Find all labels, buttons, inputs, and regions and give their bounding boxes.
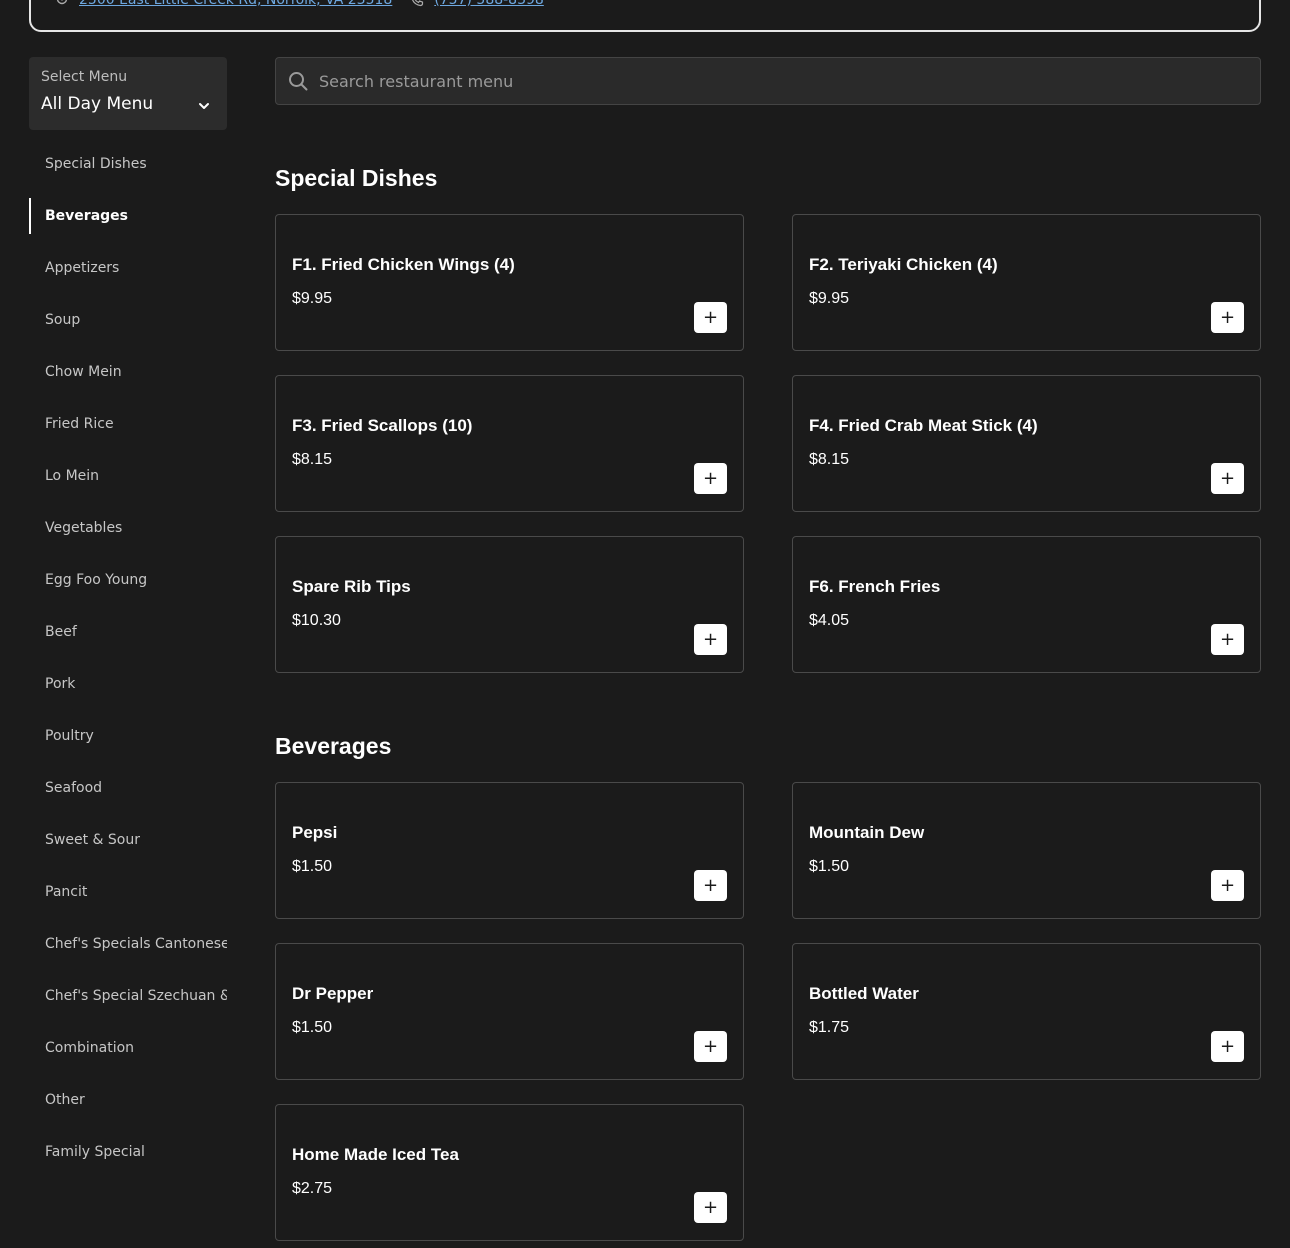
menu-item-price: $1.50	[292, 1019, 333, 1036]
beverages-grid: Pepsi $1.50 + Mountain Dew $1.50 + Dr Pepper $1…	[275, 782, 1261, 1241]
sidebar-item-pancit[interactable]: Pancit	[29, 874, 227, 910]
menu-item-price: $1.75	[809, 1019, 850, 1036]
address-link[interactable]: 2500 East Little Creek Rd, Norfolk, VA 2…	[79, 0, 392, 8]
menu-item-price: $10.30	[292, 612, 341, 629]
menu-item-card[interactable]: F4. Fried Crab Meat Stick (4) $8.15 +	[792, 375, 1261, 512]
menu-item-name: Pepsi	[292, 823, 338, 842]
sidebar-item-special-dishes[interactable]: Special Dishes	[29, 146, 227, 182]
menu-item-card[interactable]: Pepsi $1.50 +	[275, 782, 744, 919]
add-item-button[interactable]: +	[694, 463, 727, 494]
menu-item-card[interactable]: F3. Fried Scallops (10) $8.15 +	[275, 375, 744, 512]
add-item-button[interactable]: +	[694, 1192, 727, 1223]
add-item-button[interactable]: +	[1211, 624, 1244, 655]
sidebar-item-chef-s-special-szechuan[interactable]: Chef's Special Szechuan &	[29, 978, 227, 1014]
sidebar-item-other[interactable]: Other	[29, 1082, 227, 1118]
sidebar-item-egg-foo-young[interactable]: Egg Foo Young	[29, 562, 227, 598]
sidebar-item-poultry[interactable]: Poultry	[29, 718, 227, 754]
sidebar-item-appetizers[interactable]: Appetizers	[29, 250, 227, 286]
menu-item-card[interactable]: Spare Rib Tips $10.30 +	[275, 536, 744, 673]
contact-row: 2500 East Little Creek Rd, Norfolk, VA 2…	[55, 0, 544, 8]
chevron-down-icon	[197, 98, 211, 112]
menu-item-card[interactable]: Home Made Iced Tea $2.75 +	[275, 1104, 744, 1241]
menu-select-label: Select Menu	[41, 69, 128, 85]
add-item-button[interactable]: +	[694, 624, 727, 655]
sidebar-item-seafood[interactable]: Seafood	[29, 770, 227, 806]
search-bar	[275, 57, 1261, 105]
search-input[interactable]	[319, 71, 1260, 91]
menu-select-dropdown[interactable]: Select Menu All Day Menu	[29, 57, 227, 130]
add-item-button[interactable]: +	[694, 302, 727, 333]
menu-item-name: Bottled Water	[809, 984, 919, 1003]
search-icon	[288, 71, 308, 91]
menu-item-price: $1.50	[292, 858, 333, 875]
menu-item-price: $9.95	[809, 290, 850, 307]
restaurant-info-card: 2500 East Little Creek Rd, Norfolk, VA 2…	[29, 0, 1261, 32]
sidebar-item-soup[interactable]: Soup	[29, 302, 227, 338]
menu-item-card[interactable]: Bottled Water $1.75 +	[792, 943, 1261, 1080]
section-title-beverages: Beverages	[275, 733, 392, 759]
menu-item-name: Spare Rib Tips	[292, 577, 411, 596]
sidebar-item-combination[interactable]: Combination	[29, 1030, 227, 1066]
menu-item-name: Dr Pepper	[292, 984, 374, 1003]
sidebar-item-vegetables[interactable]: Vegetables	[29, 510, 227, 546]
menu-item-price: $8.15	[809, 451, 850, 468]
menu-item-price: $1.50	[809, 858, 850, 875]
menu-item-price: $2.75	[292, 1180, 333, 1197]
menu-item-card[interactable]: Dr Pepper $1.50 +	[275, 943, 744, 1080]
menu-item-name: Mountain Dew	[809, 823, 925, 842]
add-item-button[interactable]: +	[1211, 870, 1244, 901]
sidebar-item-family-special[interactable]: Family Special	[29, 1134, 227, 1170]
sidebar-item-beverages[interactable]: Beverages	[29, 198, 227, 234]
menu-select-value: All Day Menu	[41, 94, 154, 114]
menu-item-price: $9.95	[292, 290, 333, 307]
sidebar-item-chow-mein[interactable]: Chow Mein	[29, 354, 227, 390]
sidebar-item-pork[interactable]: Pork	[29, 666, 227, 702]
menu-item-name: F2. Teriyaki Chicken (4)	[809, 255, 998, 274]
sidebar-item-chef-s-specials-cantonese[interactable]: Chef's Specials Cantonese	[29, 926, 227, 962]
add-item-button[interactable]: +	[1211, 302, 1244, 333]
category-sidebar: Special Dishes Beverages Appetizers Soup Cho…	[29, 146, 227, 1186]
special-dishes-grid: F1. Fried Chicken Wings (4) $9.95 + F2. Ter…	[275, 214, 1261, 673]
sidebar-item-beef[interactable]: Beef	[29, 614, 227, 650]
sidebar-item-lo-mein[interactable]: Lo Mein	[29, 458, 227, 494]
menu-item-price: $8.15	[292, 451, 333, 468]
phone-link[interactable]: (757) 588-8398	[434, 0, 544, 8]
menu-item-name: F6. French Fries	[809, 577, 941, 596]
phone-icon	[410, 0, 424, 7]
add-item-button[interactable]: +	[694, 870, 727, 901]
add-item-button[interactable]: +	[1211, 1031, 1244, 1062]
add-item-button[interactable]: +	[694, 1031, 727, 1062]
menu-item-name: F1. Fried Chicken Wings (4)	[292, 255, 515, 274]
sidebar-item-fried-rice[interactable]: Fried Rice	[29, 406, 227, 442]
menu-item-card[interactable]: F2. Teriyaki Chicken (4) $9.95 +	[792, 214, 1261, 351]
location-pin-icon	[55, 0, 69, 7]
sidebar-item-sweet-sour[interactable]: Sweet & Sour	[29, 822, 227, 858]
section-title-special-dishes: Special Dishes	[275, 165, 438, 191]
add-item-button[interactable]: +	[1211, 463, 1244, 494]
menu-item-card[interactable]: Mountain Dew $1.50 +	[792, 782, 1261, 919]
menu-item-name: F4. Fried Crab Meat Stick (4)	[809, 416, 1038, 435]
menu-item-card[interactable]: F6. French Fries $4.05 +	[792, 536, 1261, 673]
menu-item-name: Home Made Iced Tea	[292, 1145, 459, 1164]
menu-item-price: $4.05	[809, 612, 850, 629]
menu-item-name: F3. Fried Scallops (10)	[292, 416, 473, 435]
menu-item-card[interactable]: F1. Fried Chicken Wings (4) $9.95 +	[275, 214, 744, 351]
